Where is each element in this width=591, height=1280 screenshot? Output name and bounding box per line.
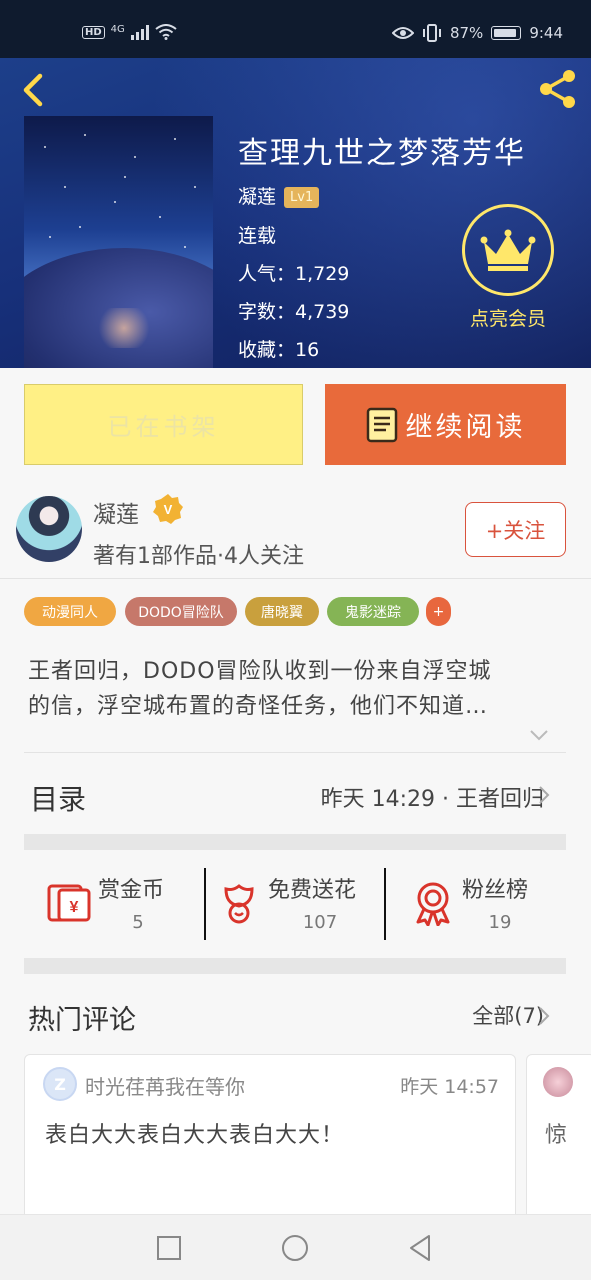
reward-name: 免费送花 bbox=[268, 878, 357, 903]
book-author[interactable]: 凝莲 bbox=[238, 186, 276, 208]
verified-badge-icon: V bbox=[153, 494, 183, 524]
vip-label[interactable]: 点亮会员 bbox=[462, 304, 554, 331]
wifi-icon bbox=[155, 24, 177, 40]
flower-icon bbox=[224, 884, 254, 924]
comment-text: 惊 bbox=[545, 1123, 568, 1148]
chevron-right-icon[interactable] bbox=[536, 784, 552, 806]
description-line: 的信，浮空城布置的奇怪任务，他们不知道… bbox=[28, 694, 489, 719]
red-envelope-icon: ¥ bbox=[47, 884, 91, 922]
divider bbox=[24, 752, 566, 753]
book-status: 连载 bbox=[238, 225, 277, 247]
vibrate-icon bbox=[422, 24, 441, 42]
share-icon[interactable] bbox=[535, 66, 581, 112]
on-shelf-button[interactable]: 已在书架 bbox=[24, 384, 303, 465]
author-stats: 著有1部作品·4人关注 bbox=[93, 544, 304, 569]
divider bbox=[204, 868, 206, 940]
section-separator bbox=[24, 834, 566, 850]
chevron-down-icon[interactable] bbox=[528, 727, 550, 743]
comment-card[interactable]: 惊 bbox=[526, 1054, 591, 1234]
recent-apps-icon[interactable] bbox=[154, 1233, 184, 1263]
book-icon bbox=[366, 407, 397, 442]
status-bar: HD 4G 87% 9:44 bbox=[0, 0, 591, 58]
battery-icon bbox=[491, 26, 522, 40]
avatar[interactable] bbox=[543, 1067, 573, 1097]
section-separator bbox=[24, 958, 566, 974]
crown-icon bbox=[480, 229, 536, 271]
signal-icon bbox=[130, 24, 149, 40]
reward-count: 19 bbox=[488, 912, 512, 933]
reward-count: 107 bbox=[302, 912, 338, 933]
svg-text:¥: ¥ bbox=[70, 899, 79, 916]
favorites: 收藏：16 bbox=[238, 339, 320, 361]
book-title: 查理九世之梦落芳华 bbox=[238, 136, 526, 171]
hot-comments-title: 热门评论 bbox=[28, 1005, 136, 1036]
clock: 9:44 bbox=[529, 24, 563, 42]
comment-card[interactable]: Z 时光荏苒我在等你 昨天 14:57 表白大大表白大大表白大大！ bbox=[24, 1054, 516, 1234]
continue-reading-label: 继续阅读 bbox=[405, 412, 526, 443]
toc-label[interactable]: 目录 bbox=[30, 778, 86, 818]
book-cover[interactable] bbox=[24, 116, 213, 368]
avatar[interactable]: Z bbox=[43, 1067, 77, 1101]
reward-name: 粉丝榜 bbox=[462, 878, 529, 903]
comment-time: 昨天 14:57 bbox=[400, 1076, 499, 1098]
tag[interactable]: DODO冒险队 bbox=[125, 597, 237, 626]
reward-count: 5 bbox=[132, 912, 144, 933]
reward-name: 赏金币 bbox=[98, 878, 165, 903]
all-comments-link[interactable]: 全部(7) bbox=[472, 1000, 544, 1030]
system-nav-bar bbox=[0, 1214, 591, 1280]
vip-button[interactable] bbox=[462, 204, 554, 296]
book-description[interactable]: 王者回归，DODO冒险队收到一份来自浮空城 的信，浮空城布置的奇怪任务，他们不知… bbox=[28, 654, 568, 724]
divider bbox=[0, 578, 591, 579]
latest-chapter[interactable]: 昨天 14:29 · 王者回归 bbox=[321, 781, 544, 813]
network-type: 4G bbox=[110, 24, 125, 35]
hd-badge: HD bbox=[82, 25, 105, 39]
reward-coins[interactable]: ¥ 赏金币 5 bbox=[46, 868, 196, 940]
author-name[interactable]: 凝莲 bbox=[93, 495, 139, 529]
word-count: 字数：4,739 bbox=[238, 301, 350, 323]
svg-text:V: V bbox=[164, 502, 173, 517]
reward-flowers[interactable]: 免费送花 107 bbox=[216, 868, 376, 940]
home-icon[interactable] bbox=[280, 1233, 310, 1263]
battery-percent: 87% bbox=[449, 24, 484, 42]
eye-icon bbox=[391, 27, 414, 39]
medal-icon bbox=[416, 882, 450, 926]
chevron-right-icon[interactable] bbox=[536, 1005, 552, 1027]
comment-username[interactable]: 时光荏苒我在等你 bbox=[85, 1071, 245, 1100]
chevron-left-icon[interactable] bbox=[14, 70, 54, 110]
popularity: 人气：1,729 bbox=[238, 263, 350, 285]
back-icon[interactable] bbox=[405, 1233, 435, 1263]
follow-button[interactable]: +关注 bbox=[465, 502, 566, 557]
tag[interactable]: 鬼影迷踪 bbox=[327, 597, 419, 626]
tag[interactable]: 动漫同人 bbox=[24, 597, 116, 626]
divider bbox=[384, 868, 386, 940]
description-line: 王者回归，DODO冒险队收到一份来自浮空城 bbox=[28, 659, 492, 684]
reward-fans[interactable]: 粉丝榜 19 bbox=[410, 868, 560, 940]
continue-reading-button[interactable]: 继续阅读 bbox=[325, 384, 566, 465]
book-header: 查理九世之梦落芳华 凝莲 Lv1 连载 人气：1,729 字数：4,739 收藏：… bbox=[0, 58, 591, 368]
level-badge: Lv1 bbox=[284, 187, 320, 208]
author-line: 凝莲 Lv1 bbox=[238, 182, 320, 209]
more-tags-button[interactable]: + bbox=[426, 597, 451, 626]
author-avatar[interactable] bbox=[16, 496, 82, 562]
tag[interactable]: 唐晓翼 bbox=[245, 597, 319, 626]
comment-text: 表白大大表白大大表白大大！ bbox=[45, 1123, 345, 1148]
